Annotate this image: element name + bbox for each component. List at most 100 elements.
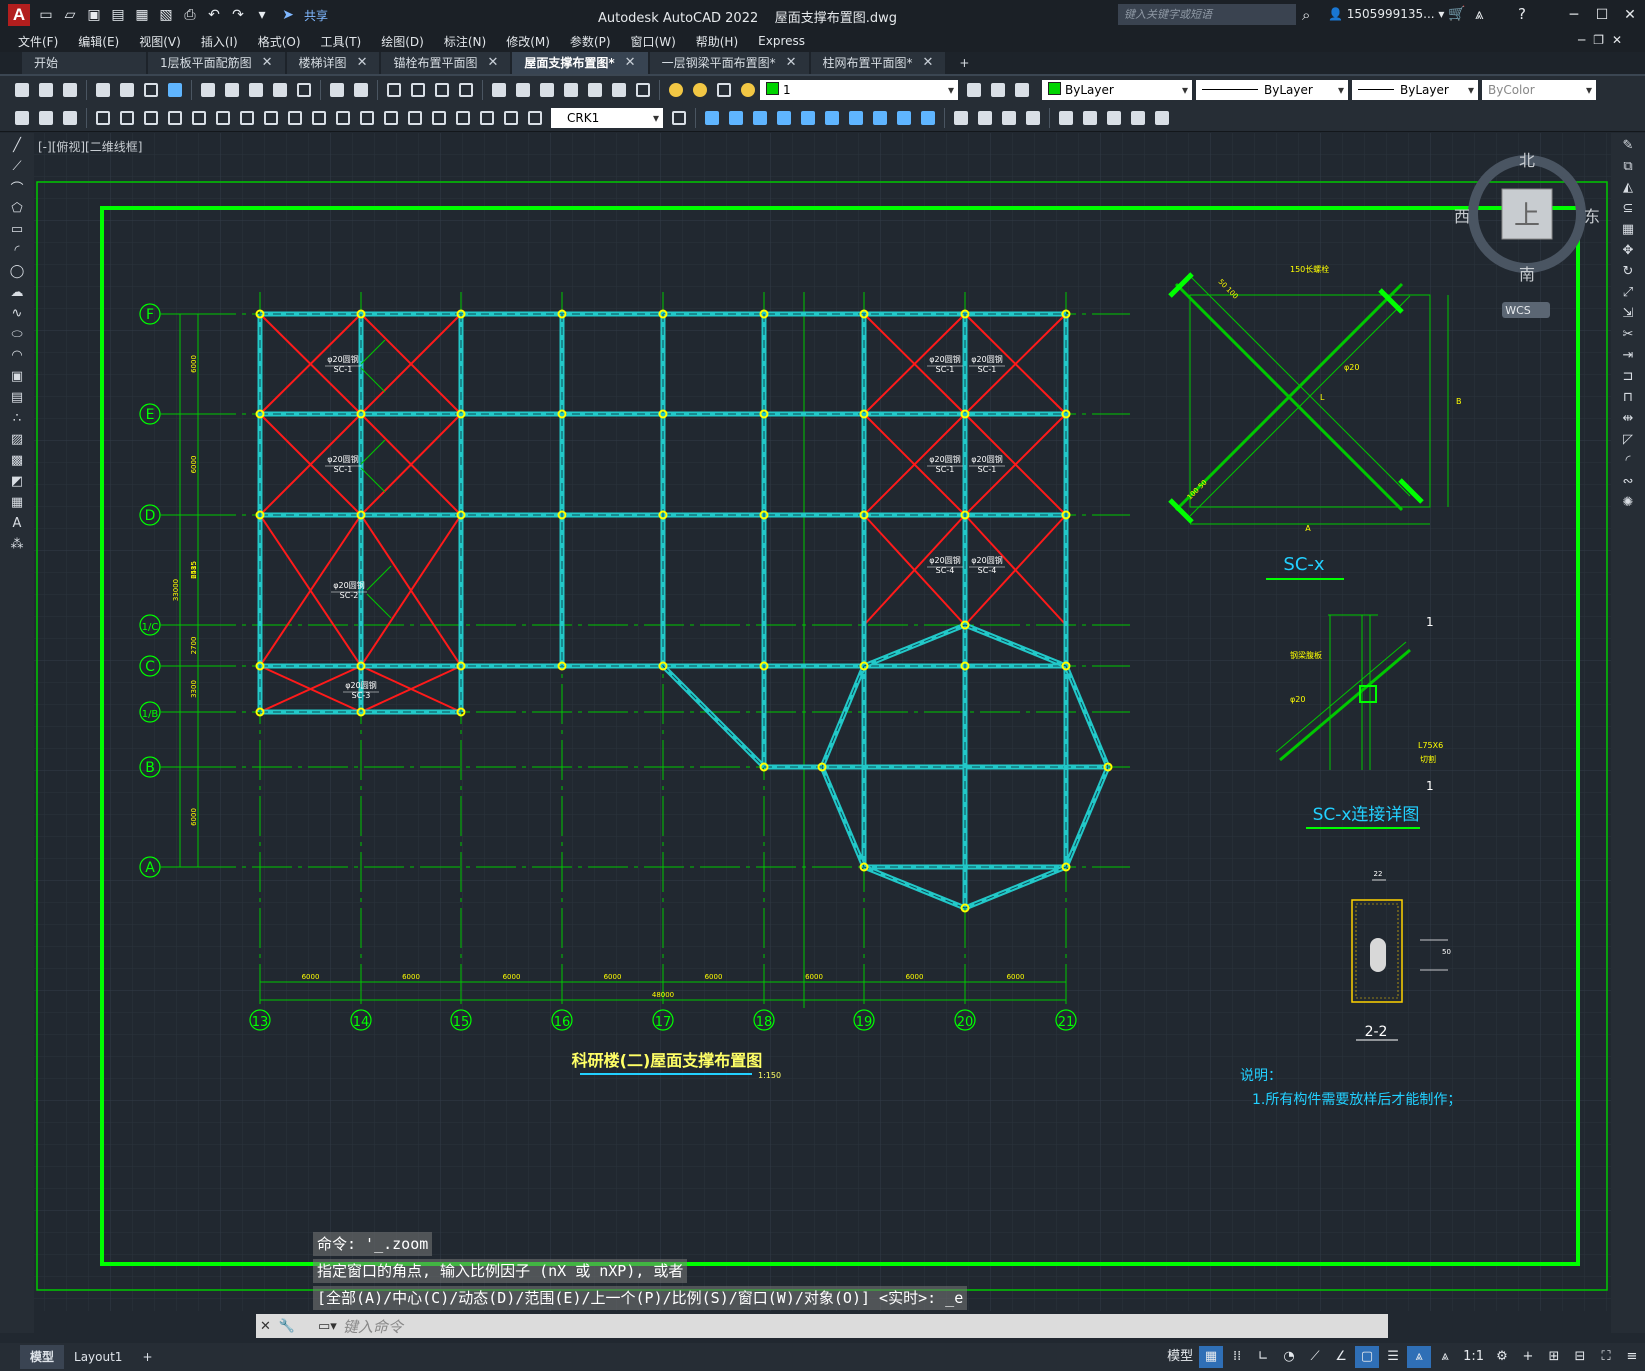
add-selected-icon[interactable]: ⁂	[7, 535, 27, 553]
match-properties-icon[interactable]	[269, 79, 291, 101]
close-tab-icon[interactable]: ✕	[923, 52, 934, 74]
solid-icon-2[interactable]	[974, 107, 996, 129]
customize-dropdown-icon[interactable]: ▾	[252, 6, 272, 24]
rotate-icon[interactable]: ↻	[1618, 262, 1638, 280]
polyline-icon[interactable]: ⌒	[7, 178, 27, 197]
ellipse-arc-icon[interactable]: ◠	[7, 346, 27, 364]
properties-panel-icon[interactable]	[11, 107, 33, 129]
tab-column-grid[interactable]: 柱网布置平面图* ✕	[810, 52, 946, 74]
drawing-canvas[interactable]: φ20圆钢SC-1φ20圆钢SC-1φ20圆钢SC-2φ20圆钢SC-3φ20圆…	[34, 133, 1611, 1311]
menu-dimension[interactable]: 标注(N)	[434, 33, 496, 50]
autocad-logo-icon[interactable]: A	[8, 4, 30, 26]
menu-file[interactable]: 文件(F)	[8, 33, 68, 50]
auto-scale-icon[interactable]: ⩓	[1433, 1346, 1457, 1368]
explode-icon[interactable]: ✺	[1618, 493, 1638, 511]
menu-format[interactable]: 格式(O)	[248, 33, 311, 50]
mtext-icon[interactable]: A	[7, 514, 27, 532]
object-snap-icon[interactable]: ▢	[1355, 1346, 1380, 1368]
line-icon[interactable]: ╱	[7, 136, 27, 154]
plot-icon[interactable]	[92, 79, 114, 101]
solid-icon-1[interactable]	[950, 107, 972, 129]
ortho-icon[interactable]: ∟	[1251, 1346, 1275, 1368]
save-as-icon[interactable]: ▤	[108, 6, 128, 24]
arc-length-icon[interactable]	[140, 107, 162, 129]
layer-on-icon[interactable]	[665, 79, 687, 101]
workspace-icon[interactable]: ⚙	[1490, 1346, 1514, 1368]
tab-roof-bracing[interactable]: 屋面支撑布置图* ✕	[512, 52, 648, 74]
help-icon[interactable]: ?	[1518, 5, 1526, 23]
ellipse-icon[interactable]: ⬭	[7, 325, 27, 343]
layer-properties-icon[interactable]	[963, 79, 985, 101]
menu-draw[interactable]: 绘图(D)	[371, 33, 434, 50]
compass-north[interactable]: 北	[1519, 151, 1535, 170]
zoom-realtime-icon[interactable]	[407, 79, 429, 101]
model-space-button[interactable]: 模型	[1163, 1346, 1197, 1368]
menu-express[interactable]: Express	[748, 34, 815, 48]
break-point-icon[interactable]: ⊐	[1618, 367, 1638, 385]
erase-icon[interactable]: ✎	[1618, 136, 1638, 154]
preview-icon[interactable]	[116, 79, 138, 101]
close-command-icon[interactable]: ✕	[260, 1319, 271, 1334]
linetype-dropdown[interactable]: ByLayer	[1196, 80, 1348, 100]
make-current-icon[interactable]	[987, 79, 1009, 101]
markup-icon[interactable]	[584, 79, 606, 101]
plotstyle-dropdown[interactable]: ByColor	[1482, 80, 1596, 100]
move-icon[interactable]: ✥	[1618, 241, 1638, 259]
rectangle-icon[interactable]: ▭	[7, 220, 27, 238]
quick-dim-icon[interactable]	[284, 107, 306, 129]
save-icon[interactable]: ▣	[84, 6, 104, 24]
modify-icon-10[interactable]	[917, 107, 939, 129]
dim-space-icon[interactable]	[356, 107, 378, 129]
color-dropdown[interactable]: ByLayer	[1042, 80, 1192, 100]
layer-thaw-icon[interactable]	[689, 79, 711, 101]
close-tab-icon[interactable]: ✕	[625, 52, 636, 74]
inspect-icon[interactable]	[452, 107, 474, 129]
customize-command-icon[interactable]: 🔧	[279, 1319, 295, 1334]
solid-icon-9[interactable]	[1151, 107, 1173, 129]
modify-icon-8[interactable]	[869, 107, 891, 129]
lineweight-dropdown[interactable]: ByLayer	[1352, 80, 1478, 100]
solid-icon-7[interactable]	[1103, 107, 1125, 129]
table-icon[interactable]: ▦	[7, 493, 27, 511]
tab-floor-slab[interactable]: 1层板平面配筋图 ✕	[148, 52, 285, 74]
tab-steel-beam[interactable]: 一层钢梁平面布置图* ✕	[649, 52, 809, 74]
compass-west[interactable]: 西	[1454, 207, 1470, 226]
lineweight-icon[interactable]: ☰	[1381, 1346, 1405, 1368]
dimstyle-dropdown[interactable]: CRK1	[551, 107, 663, 128]
gradient-icon[interactable]: ▩	[7, 451, 27, 469]
search-input[interactable]: 键入关键字或短语	[1118, 4, 1296, 25]
solid-icon-5[interactable]	[1055, 107, 1077, 129]
annotation-monitor-icon[interactable]: +	[1516, 1346, 1540, 1368]
polar-icon[interactable]: ◔	[1277, 1346, 1301, 1368]
sheet-set-icon[interactable]	[560, 79, 582, 101]
tab-model[interactable]: 模型	[20, 1345, 65, 1369]
jogged-linear-icon[interactable]	[476, 107, 498, 129]
3d-print-icon[interactable]	[164, 79, 186, 101]
baseline-icon[interactable]	[308, 107, 330, 129]
save-icon[interactable]	[59, 79, 81, 101]
maximize-button[interactable]: ☐	[1588, 4, 1616, 26]
menu-tools[interactable]: 工具(T)	[311, 33, 372, 50]
command-prompt-icon[interactable]: ▭▾	[318, 1319, 337, 1334]
layer-states-icon[interactable]	[59, 107, 81, 129]
circle-icon[interactable]: ◯	[7, 262, 27, 280]
tool-palettes-icon[interactable]	[536, 79, 558, 101]
pan-icon[interactable]	[383, 79, 405, 101]
fullscreen-icon[interactable]: ⛶	[1594, 1346, 1618, 1368]
copy-icon[interactable]	[221, 79, 243, 101]
extend-icon[interactable]: ⇥	[1618, 346, 1638, 364]
tab-start[interactable]: 开始	[22, 52, 146, 74]
qnew-icon[interactable]	[11, 79, 33, 101]
modify-icon-9[interactable]	[893, 107, 915, 129]
point-icon[interactable]: ∴	[7, 409, 27, 427]
annotation-visibility-icon[interactable]: ⩓	[1407, 1346, 1432, 1368]
break-icon[interactable]: ⊓	[1618, 388, 1638, 406]
mirror-icon[interactable]: ◭	[1618, 178, 1638, 196]
open-icon[interactable]	[35, 79, 57, 101]
customization-icon[interactable]: ≡	[1620, 1346, 1644, 1368]
menu-window[interactable]: 窗口(W)	[621, 33, 686, 50]
aligned-dim-icon[interactable]	[116, 107, 138, 129]
units-icon[interactable]: ⊞	[1542, 1346, 1566, 1368]
close-button[interactable]: ✕	[1616, 4, 1644, 26]
solid-icon-8[interactable]	[1127, 107, 1149, 129]
